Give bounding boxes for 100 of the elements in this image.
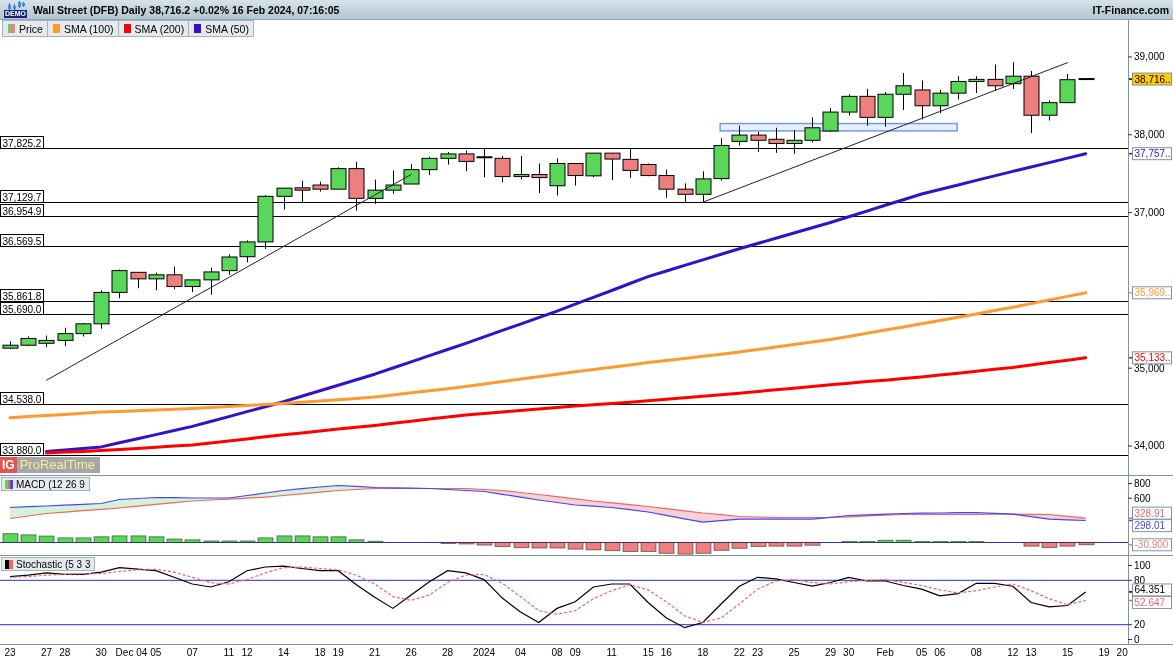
date-axis-label: 04	[515, 647, 527, 658]
brand-name: IT-Finance.com	[1092, 3, 1169, 16]
date-axis-label: 12	[1007, 647, 1019, 658]
price-value-label: 37,757..	[1128, 147, 1172, 161]
histogram-bar	[640, 542, 657, 552]
axis-tick-label: 35,000	[1134, 362, 1165, 374]
legend-tab[interactable]: SMA (200)	[118, 20, 190, 37]
date-axis-label: 08	[970, 647, 982, 658]
date-axis-label: Feb	[876, 647, 894, 658]
date-axis-label: 08	[551, 647, 563, 658]
histogram-bar	[1078, 542, 1095, 546]
date-axis-label: 19	[332, 647, 344, 658]
logo-mark: IG	[0, 457, 17, 473]
axis-tick-label: 0	[1134, 634, 1140, 645]
date-axis-label: 28	[59, 647, 71, 658]
price-candle	[895, 72, 912, 111]
axis-tick-label: 38,000	[1134, 129, 1165, 141]
price-candle	[950, 75, 967, 100]
histogram-bar	[713, 542, 730, 551]
level-label: 33,880.0	[0, 443, 44, 456]
histogram-bar	[695, 542, 712, 554]
date-axis-label: 14	[277, 647, 289, 658]
indicator-legend-tab[interactable]: Stochastic (5 3 3	[1, 557, 96, 571]
date-axis-label: 05	[150, 647, 162, 658]
legend-tab[interactable]: SMA (50)	[189, 20, 254, 37]
price-candle	[804, 116, 821, 143]
axis-tick-label: 20	[1134, 619, 1146, 631]
histogram-bar	[2, 533, 19, 543]
axis-tick-label: 34,000	[1134, 440, 1165, 452]
price-candle	[221, 253, 238, 276]
indicator-value-label: 328.91	[1128, 506, 1172, 520]
legend-tab[interactable]: Price	[2, 20, 48, 37]
price-candle	[494, 155, 511, 183]
date-axis-label: 06	[934, 647, 946, 658]
date-axis-label: 23	[4, 647, 16, 658]
color-swatch-icon	[8, 24, 15, 33]
date-axis-label: Dec 04	[115, 647, 148, 658]
date-axis-label: 13	[1025, 647, 1037, 658]
level-label: 35,690.0	[0, 302, 44, 315]
price-candle	[604, 152, 621, 181]
date-axis-label: 22	[733, 647, 745, 658]
date-axis-label: 30	[843, 647, 855, 658]
date-axis-label: 12	[241, 647, 253, 658]
indicator-value-label: -30.900	[1128, 538, 1172, 552]
price-candle	[130, 271, 147, 289]
date-axis-label: 23	[752, 647, 764, 658]
date-axis-label: 19	[1098, 647, 1110, 658]
axis-tick-label: 80	[1134, 574, 1146, 586]
date-axis-label: 11	[606, 647, 617, 658]
price-value-label: 38,716..	[1128, 72, 1172, 86]
date-axis-label: 29	[824, 647, 837, 658]
date-axis-label: 18	[314, 647, 326, 658]
date-axis-label: 27	[40, 647, 53, 658]
histogram-bar	[677, 542, 694, 555]
date-axis-label: 21	[369, 647, 381, 658]
logo-text: ProRealTime	[18, 457, 97, 473]
indicator-value-label: 64.351	[1128, 583, 1172, 597]
histogram-bar	[622, 542, 639, 552]
price-candle	[111, 269, 128, 299]
price-candle	[987, 63, 1004, 92]
price-candle	[403, 163, 420, 185]
price-candle	[531, 163, 548, 194]
date-axis-label: 15	[1061, 647, 1074, 658]
date-axis-label: 25	[788, 647, 800, 658]
price-candle	[57, 327, 74, 347]
axis-tick-label: 800	[1134, 478, 1151, 489]
level-label: 35,861.8	[0, 289, 44, 302]
color-swatch-icon	[5, 559, 13, 569]
axis-tick-label: 600	[1134, 492, 1151, 504]
price-candle	[148, 272, 165, 291]
axis-tick-label: 100	[1134, 560, 1151, 571]
histogram-bar	[367, 540, 384, 543]
price-candle	[585, 152, 602, 178]
level-label: 34,538.0	[0, 392, 44, 405]
price-candle	[768, 127, 785, 154]
price-candle	[276, 187, 293, 211]
level-label: 37,825.2	[0, 136, 44, 149]
price-candle	[385, 169, 402, 195]
price-candle	[20, 336, 37, 347]
price-value-label: 35,133..	[1128, 351, 1172, 365]
window-title: Wall Street (DFB) Daily 38,716.2 +0.02% 16 Feb 2024, 07:16:05	[33, 3, 340, 16]
price-candle	[421, 156, 438, 176]
price-candle	[968, 75, 985, 94]
price-candle	[38, 335, 55, 348]
legend-tab[interactable]: SMA (100)	[47, 20, 119, 37]
price-candle	[475, 148, 494, 178]
price-candle	[203, 267, 220, 296]
date-axis-label: 05	[916, 647, 928, 658]
price-candle	[513, 155, 530, 180]
date-axis-label: 09	[569, 647, 581, 658]
histogram-bar	[20, 534, 37, 543]
histogram-bar	[604, 542, 621, 552]
date-axis-label: 30	[95, 647, 107, 658]
date-axis-label: 07	[186, 647, 198, 658]
indicator-value-label: 298.01	[1128, 519, 1172, 533]
price-candle	[786, 129, 803, 155]
indicator-legend-tab[interactable]: MACD (12 26 9	[1, 477, 90, 491]
level-label: 36,569.5	[0, 234, 44, 247]
date-axis-label: 2024	[472, 647, 496, 658]
axis-tick-label: 37,000	[1134, 207, 1165, 219]
